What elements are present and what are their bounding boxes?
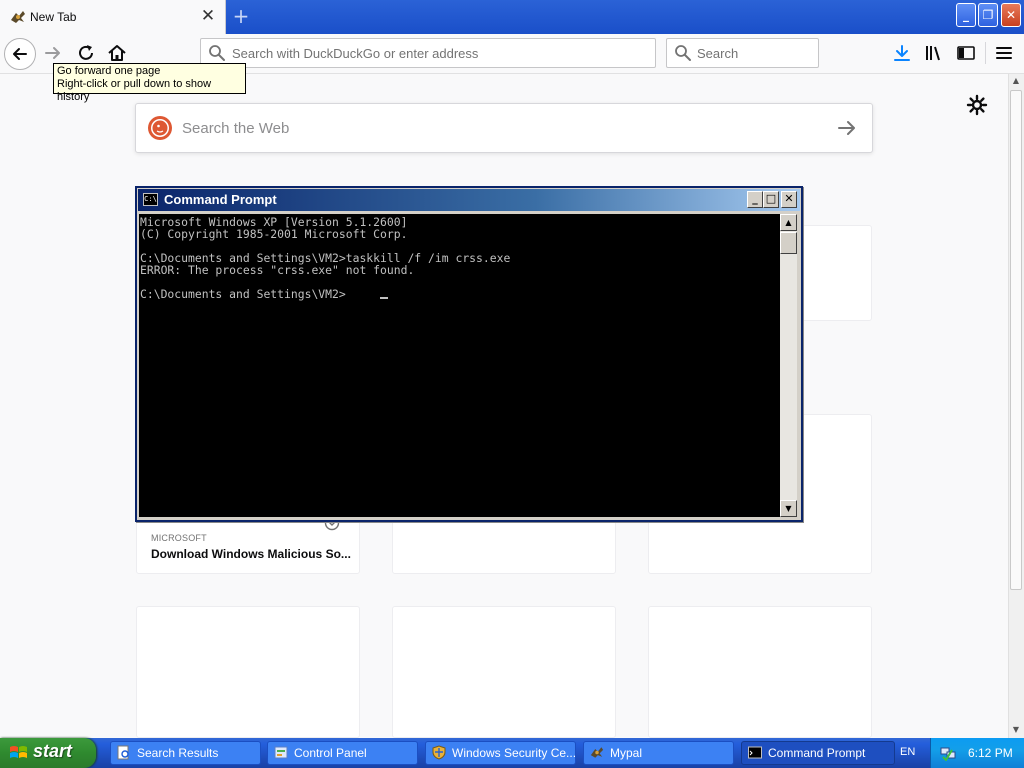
cmd-maximize-button[interactable]: □ [763,191,779,208]
search-input[interactable] [697,39,815,67]
security-center-icon [432,745,446,760]
forward-tooltip: Go forward one page Right-click or pull … [53,63,246,103]
window-close-button[interactable]: ✕ [1001,3,1021,27]
command-prompt-title: Command Prompt [164,192,277,207]
cmd-scrollbar[interactable] [780,214,797,517]
taskbar-item-label: Mypal [610,746,643,760]
back-button[interactable] [4,38,36,70]
taskbar-item-security-center[interactable]: Windows Security Ce... [425,741,576,765]
taskbar-item-control-panel[interactable]: Control Panel [267,741,418,765]
highlight-card[interactable] [392,606,616,738]
tab-title: New Tab [30,10,77,24]
back-arrow-icon [13,48,27,60]
tooltip-line-2: Right-click or pull down to show history [57,78,212,103]
downloads-icon[interactable] [892,43,912,63]
network-tray-icon[interactable] [940,745,956,761]
console-cursor [380,297,388,299]
taskbar-item-search-results[interactable]: Search Results [110,741,261,765]
taskbar-item-label: Windows Security Ce... [452,746,576,760]
taskbar-clock[interactable]: 6:12 PM [968,746,1013,760]
sidebar-icon[interactable] [956,43,976,63]
taskbar-item-label: Control Panel [294,746,367,760]
console-line: (C) Copyright 1985-2001 Microsoft Corp. [140,227,408,241]
address-input[interactable] [232,39,648,67]
search-engine-icon[interactable] [674,44,692,62]
new-tab-button[interactable]: + [232,6,250,26]
duckduckgo-logo-icon [148,116,172,140]
scroll-up-arrow-icon[interactable]: ▲ [1009,74,1023,88]
hamburger-menu-icon[interactable] [994,43,1014,63]
highlight-card[interactable] [648,606,872,738]
cmd-scroll-up-icon[interactable]: ▲ [780,214,797,231]
control-panel-icon [274,746,288,759]
taskbar-item-mypal[interactable]: Mypal [583,741,734,765]
scroll-down-arrow-icon[interactable]: ▼ [1009,723,1023,737]
taskbar-item-command-prompt[interactable]: Command Prompt [741,741,895,765]
mypal-favicon-icon [11,11,25,23]
search-icon [209,45,225,61]
windows-flag-icon [10,746,27,758]
language-indicator[interactable]: EN [900,746,915,758]
search-results-icon [117,745,129,760]
page-scroll-thumb[interactable] [1010,90,1022,590]
tooltip-line-1: Go forward one page [57,65,161,77]
taskbar-item-label: Search Results [137,746,219,760]
console-line: ERROR: The process "crss.exe" not found. [140,263,415,277]
highlight-card-source: MICROSOFT [151,533,207,543]
tab-close-icon[interactable]: ✕ [200,6,216,26]
highlight-card-title[interactable]: Download Windows Malicious So... [151,547,351,561]
search-go-arrow-icon[interactable] [836,117,858,139]
reload-icon[interactable] [75,42,97,64]
cmd-window-icon[interactable]: C:\ [143,193,158,206]
cmd-scroll-down-icon[interactable]: ▼ [780,500,797,517]
cmd-minimize-button[interactable]: _ [747,191,763,208]
console-prompt-line: C:\Documents and Settings\VM2> [140,287,346,301]
cmd-close-button[interactable]: ✕ [781,191,797,208]
forward-arrow-icon[interactable] [42,42,64,64]
taskbar-item-label: Command Prompt [768,746,866,760]
highlight-card[interactable] [136,606,360,738]
cmd-icon [748,746,762,759]
start-label: start [33,741,73,761]
window-restore-button[interactable]: ❐ [978,3,998,27]
mypal-icon [590,747,604,758]
window-minimize-button[interactable]: _ [956,3,976,27]
home-icon[interactable] [106,42,128,64]
web-search-input[interactable] [182,110,822,146]
toolbar-separator [985,42,986,64]
library-icon[interactable] [924,43,944,63]
cmd-scroll-thumb[interactable] [780,232,797,254]
gear-icon[interactable] [966,94,988,116]
